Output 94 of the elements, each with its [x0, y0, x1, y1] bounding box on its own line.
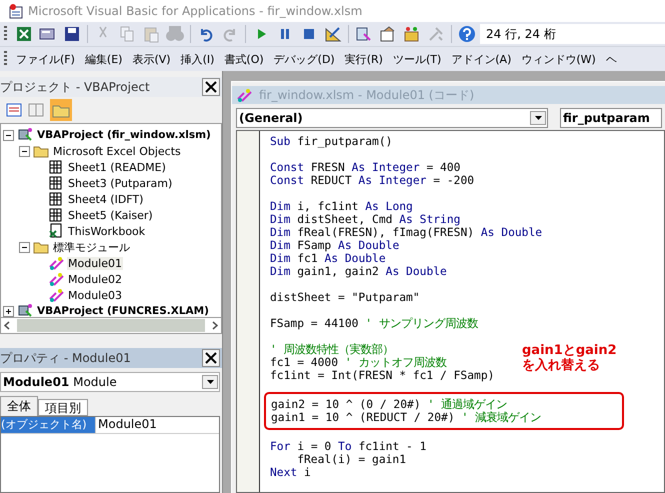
- menu-item[interactable]: 実行(R): [340, 52, 388, 66]
- collapse-icon[interactable]: [3, 130, 14, 140]
- dropdown-button[interactable]: [202, 375, 218, 389]
- help-icon-button[interactable]: [456, 23, 478, 45]
- code-line: Dim fc1 As Double: [270, 252, 386, 265]
- code-line: distSheet = "Putparam": [270, 291, 420, 304]
- collapse-icon[interactable]: [19, 146, 30, 156]
- procedure-dropdown[interactable]: fir_putparam: [560, 108, 662, 128]
- menu-item[interactable]: ファイル(F): [11, 52, 80, 66]
- tree-item[interactable]: VBAProject (FUNCRES.XLAM): [36, 305, 210, 317]
- tree-item[interactable]: Microsoft Excel Objects: [52, 144, 182, 158]
- property-value[interactable]: Module01: [96, 417, 157, 433]
- ruler-triangle-icon: [324, 25, 342, 43]
- tree-item[interactable]: Module02: [67, 272, 123, 286]
- scrollbar-thumb[interactable]: [17, 319, 205, 332]
- object-dropdown[interactable]: Module01 Module: [0, 372, 220, 392]
- expand-icon[interactable]: [3, 306, 14, 316]
- module-icon: [48, 255, 64, 271]
- spreadsheet-icon: [15, 25, 33, 43]
- code-line: FSamp = 44100 ' サンプリング周波数: [270, 317, 478, 330]
- project-icon: [17, 303, 33, 317]
- sheet-icon: [48, 159, 64, 175]
- code-line: Dim gain1, gain2 As Double: [270, 265, 447, 278]
- tree-item[interactable]: Sheet5 (Kaiser): [67, 208, 154, 222]
- tab[interactable]: 項目別: [38, 399, 88, 416]
- tree-item[interactable]: Sheet4 (IDFT): [67, 192, 144, 206]
- sheet-icon: [48, 175, 64, 191]
- code-line: fc1int = Int(FRESN * fc1 / FSamp): [270, 369, 494, 382]
- code-line: gain1 = 10 ^ (REDUCT / 20#) ' 減衰域ゲイン: [271, 411, 542, 424]
- save-icon: [63, 25, 81, 43]
- code-line: fc1 = 4000 ' カットオフ周波数: [270, 356, 446, 369]
- code-line: Dim FSamp As Double: [270, 239, 400, 252]
- code-line: gain2 = 10 ^ (0 / 20#) ' 通過域ゲイン: [271, 398, 508, 411]
- caret-icon: [534, 116, 542, 120]
- pane-title: プロパティ - Module01: [0, 350, 131, 366]
- copy-icon: [118, 25, 136, 43]
- tab[interactable]: 全体: [0, 396, 38, 416]
- code-line: Next i: [270, 466, 311, 479]
- object-browser-icon: [403, 25, 421, 43]
- code-window-title: fir_window.xlsm - Module01 (コード): [259, 86, 474, 104]
- menu-item[interactable]: ヘ: [600, 52, 622, 66]
- tree-item[interactable]: Sheet3 (Putparam): [67, 176, 174, 190]
- property-name[interactable]: (オブジェクト名): [1, 417, 96, 433]
- view-code-icon[interactable]: [6, 103, 22, 117]
- paste-icon: [142, 25, 160, 43]
- window-title: Microsoft Visual Basic for Applications - fir_window.xlsm: [28, 4, 362, 18]
- workbook-icon: [48, 223, 64, 239]
- module-icon: [48, 271, 64, 287]
- object-dropdown[interactable]: (General): [236, 108, 548, 128]
- menu-item[interactable]: 挿入(I): [176, 52, 220, 66]
- code-line: Dim distSheet, Cmd As String: [270, 213, 460, 226]
- module-icon: [48, 287, 64, 303]
- folder-toggle-icon[interactable]: [50, 99, 72, 121]
- menu-item[interactable]: 編集(E): [80, 52, 128, 66]
- module-icon: [236, 87, 252, 103]
- help-icon: [458, 25, 476, 43]
- pane-title: プロジェクト - VBAProject: [0, 78, 150, 96]
- scroll-right-icon[interactable]: [212, 321, 218, 330]
- tree-item[interactable]: Module01: [67, 256, 123, 270]
- project-icon: [17, 127, 33, 143]
- annotation-note: gain1とgain2 を入れ替える: [522, 343, 617, 373]
- close-button[interactable]: [202, 78, 220, 96]
- menu-item[interactable]: ウィンドウ(W): [516, 52, 601, 66]
- sheet-icon: [48, 207, 64, 223]
- code-line: Dim fReal(FRESN), fImag(FRESN) As Double: [270, 226, 542, 239]
- app-icon: [8, 3, 24, 19]
- dropdown-button[interactable]: [530, 111, 546, 125]
- menu-item[interactable]: 表示(V): [127, 52, 176, 66]
- caret-icon: [206, 380, 214, 384]
- menu-item[interactable]: ツール(T): [388, 52, 446, 66]
- tools-icon: [427, 25, 445, 43]
- close-button[interactable]: [202, 349, 220, 367]
- code-line: Const REDUCT As Integer = -200: [270, 174, 474, 187]
- tree-item[interactable]: Module03: [67, 288, 123, 302]
- code-line: Const FRESN As Integer = 400: [270, 161, 460, 174]
- code-line: Sub fir_putparam(): [270, 135, 392, 148]
- cursor-position: 24 行, 24 桁: [480, 24, 665, 44]
- collapse-icon[interactable]: [19, 242, 30, 252]
- project-icon: [355, 25, 373, 43]
- tree-item[interactable]: Sheet1 (README): [67, 160, 167, 174]
- sheet-icon: [48, 191, 64, 207]
- menu-item[interactable]: アドイン(A): [446, 52, 516, 66]
- menu-item[interactable]: 書式(O): [219, 52, 269, 66]
- properties-icon: [379, 25, 397, 43]
- code-line: ' 周波数特性（実数部）: [270, 343, 394, 356]
- code-line: fReal(i) = gain1: [296, 453, 406, 466]
- binoculars-icon: [166, 25, 184, 43]
- code-line: For i = 0 To fc1int - 1: [270, 440, 426, 453]
- tree-item[interactable]: 標準モジュール: [52, 240, 131, 254]
- scroll-left-icon[interactable]: [4, 321, 10, 330]
- tree-item[interactable]: ThisWorkbook: [67, 224, 146, 238]
- menu-item[interactable]: デバッグ(D): [268, 52, 340, 66]
- tree-item[interactable]: VBAProject (fir_window.xlsm): [36, 129, 212, 141]
- code-line: Dim i, fc1int As Long: [270, 200, 413, 213]
